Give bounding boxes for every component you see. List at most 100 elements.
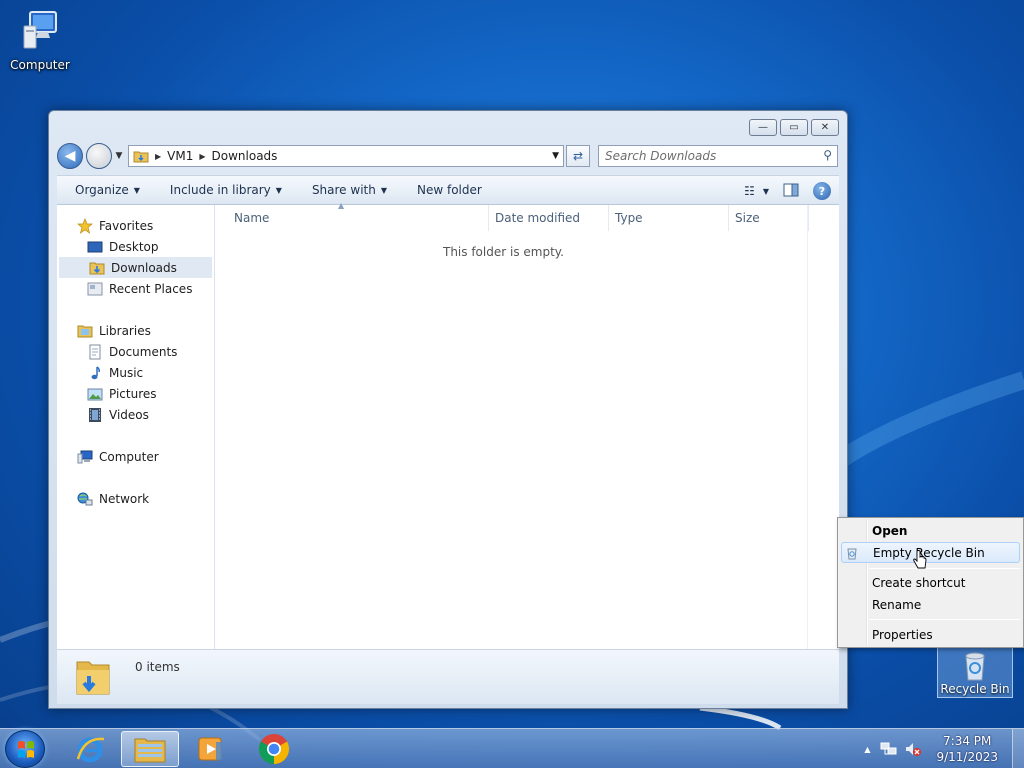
network-status-icon[interactable] — [880, 741, 898, 757]
breadcrumb-separator-icon[interactable]: ▶ — [199, 152, 205, 161]
column-header-date-modified[interactable]: Date modified — [489, 205, 609, 231]
start-button[interactable] — [5, 730, 45, 768]
search-box[interactable]: Search Downloads ⚲ — [598, 145, 838, 167]
command-bar: Organize ▼ Include in library ▼ Share wi… — [57, 175, 839, 205]
navigation-bar: ◀ ▼ ▶ VM1 ▶ Downloads ▼ ⇄ Search Downloa… — [57, 143, 839, 169]
network-icon — [77, 491, 93, 507]
menu-item-properties-label: Properties — [872, 627, 933, 642]
nav-pictures-label: Pictures — [109, 386, 157, 401]
address-dropdown-icon[interactable]: ▼ — [552, 151, 559, 161]
recycle-bin-label: Recycle Bin — [940, 682, 1010, 696]
menu-item-empty-recycle-bin-label: Empty Recycle Bin — [873, 545, 985, 560]
clock-time: 7:34 PM — [943, 734, 992, 748]
column-header-size-label: Size — [735, 211, 760, 225]
taskbar-internet-explorer[interactable] — [61, 731, 119, 767]
organize-menu[interactable]: Organize ▼ — [75, 183, 140, 197]
close-button[interactable]: ✕ — [811, 119, 839, 136]
nav-computer[interactable]: Computer — [57, 446, 214, 467]
refresh-button[interactable]: ⇄ — [566, 145, 590, 167]
preview-pane-icon — [783, 183, 799, 196]
column-header-size[interactable]: Size — [729, 205, 809, 231]
nav-desktop[interactable]: Desktop — [57, 236, 214, 257]
nav-libraries-label: Libraries — [99, 323, 151, 338]
nav-documents[interactable]: Documents — [57, 341, 214, 362]
help-button[interactable]: ? — [813, 182, 831, 200]
show-desktop-button[interactable] — [1012, 729, 1024, 768]
desktop-icon-computer[interactable]: Computer — [2, 8, 78, 72]
preview-pane-button[interactable] — [783, 183, 799, 200]
star-icon — [77, 217, 93, 234]
include-in-library-menu[interactable]: Include in library ▼ — [170, 183, 282, 197]
libraries-icon — [77, 323, 93, 339]
menu-item-empty-recycle-bin[interactable]: Empty Recycle Bin — [841, 542, 1020, 563]
show-hidden-icons-icon[interactable]: ▲ — [864, 745, 870, 754]
new-folder-button[interactable]: New folder — [417, 183, 482, 197]
search-icon[interactable]: ⚲ — [823, 148, 832, 162]
column-header-name[interactable]: ▲ Name — [216, 201, 489, 231]
internet-explorer-icon — [76, 737, 105, 763]
search-input[interactable]: Search Downloads — [605, 149, 716, 163]
menu-separator — [869, 619, 1020, 620]
nav-recent-places-label: Recent Places — [109, 281, 193, 296]
clock[interactable]: 7:34 PM 9/11/2023 — [936, 733, 998, 765]
include-in-library-label: Include in library — [169, 183, 271, 197]
nav-libraries[interactable]: Libraries — [57, 320, 214, 341]
nav-favorites-label: Favorites — [99, 218, 154, 233]
nav-computer-label: Computer — [99, 449, 159, 464]
windows-logo-icon — [18, 741, 34, 758]
empty-folder-message: This folder is empty. — [443, 245, 564, 259]
forward-button[interactable] — [86, 143, 112, 169]
item-count: 0 items — [135, 660, 180, 674]
nav-documents-label: Documents — [109, 344, 178, 359]
menu-separator — [869, 568, 1020, 569]
breadcrumb-separator-icon[interactable]: ▶ — [155, 152, 161, 161]
nav-downloads[interactable]: Downloads — [59, 257, 212, 278]
context-menu: Open Empty Recycle Bin Create shortcut R… — [837, 517, 1024, 648]
organize-label: Organize — [75, 183, 129, 197]
volume-muted-icon[interactable] — [904, 741, 922, 757]
menu-item-create-shortcut[interactable]: Create shortcut — [841, 572, 1020, 593]
desktop-icon-recycle-bin[interactable]: Recycle Bin — [937, 645, 1013, 698]
address-bar[interactable]: ▶ VM1 ▶ Downloads ▼ — [128, 145, 564, 167]
nav-network[interactable]: Network — [57, 488, 214, 509]
column-header-type-label: Type — [615, 211, 643, 225]
breadcrumb-downloads[interactable]: Downloads — [212, 149, 278, 163]
clock-date: 9/11/2023 — [936, 750, 998, 764]
navigation-pane: Favorites Desktop Downloads Recent Place… — [57, 205, 215, 649]
taskbar-windows-explorer[interactable] — [121, 731, 179, 767]
recycle-bin-icon — [847, 548, 857, 560]
menu-item-open-label: Open — [872, 523, 908, 538]
maximize-button[interactable]: ▭ — [780, 119, 808, 136]
menu-item-open[interactable]: Open — [841, 520, 1020, 541]
change-view-button[interactable]: ☷ ▼ — [744, 184, 769, 198]
share-with-label: Share with — [311, 183, 376, 197]
breadcrumb-vm1[interactable]: VM1 — [167, 149, 193, 163]
menu-item-create-shortcut-label: Create shortcut — [872, 575, 966, 590]
windows-explorer-icon — [134, 738, 166, 763]
column-header-type[interactable]: Type — [609, 205, 729, 231]
back-button[interactable]: ◀ — [57, 143, 83, 169]
taskbar: ▲ 7:34 PM 9/11/2023 — [0, 728, 1024, 768]
caption-buttons: — ▭ ✕ — [749, 119, 839, 136]
help-icon: ? — [818, 184, 826, 198]
nav-music[interactable]: Music — [57, 362, 214, 383]
documents-icon — [87, 344, 103, 360]
menu-item-properties[interactable]: Properties — [841, 624, 1020, 645]
nav-favorites[interactable]: Favorites — [57, 215, 214, 236]
folder-icon — [133, 151, 149, 162]
nav-pictures[interactable]: Pictures — [57, 383, 214, 404]
recent-pages-dropdown[interactable]: ▼ — [112, 151, 126, 161]
computer-icon — [16, 8, 64, 56]
nav-recent-places[interactable]: Recent Places — [57, 278, 214, 299]
system-tray: ▲ 7:34 PM 9/11/2023 — [864, 729, 1024, 768]
menu-item-rename[interactable]: Rename — [841, 594, 1020, 615]
back-arrow-icon: ◀ — [64, 148, 76, 164]
details-pane: 0 items — [57, 649, 839, 704]
taskbar-chrome[interactable] — [245, 731, 303, 767]
minimize-button[interactable]: — — [749, 119, 777, 136]
view-controls: ☷ ▼ ? — [744, 182, 831, 200]
share-with-menu[interactable]: Share with ▼ — [312, 183, 387, 197]
chrome-icon — [258, 734, 290, 764]
taskbar-media-player[interactable] — [182, 731, 240, 767]
nav-videos[interactable]: Videos — [57, 404, 214, 425]
